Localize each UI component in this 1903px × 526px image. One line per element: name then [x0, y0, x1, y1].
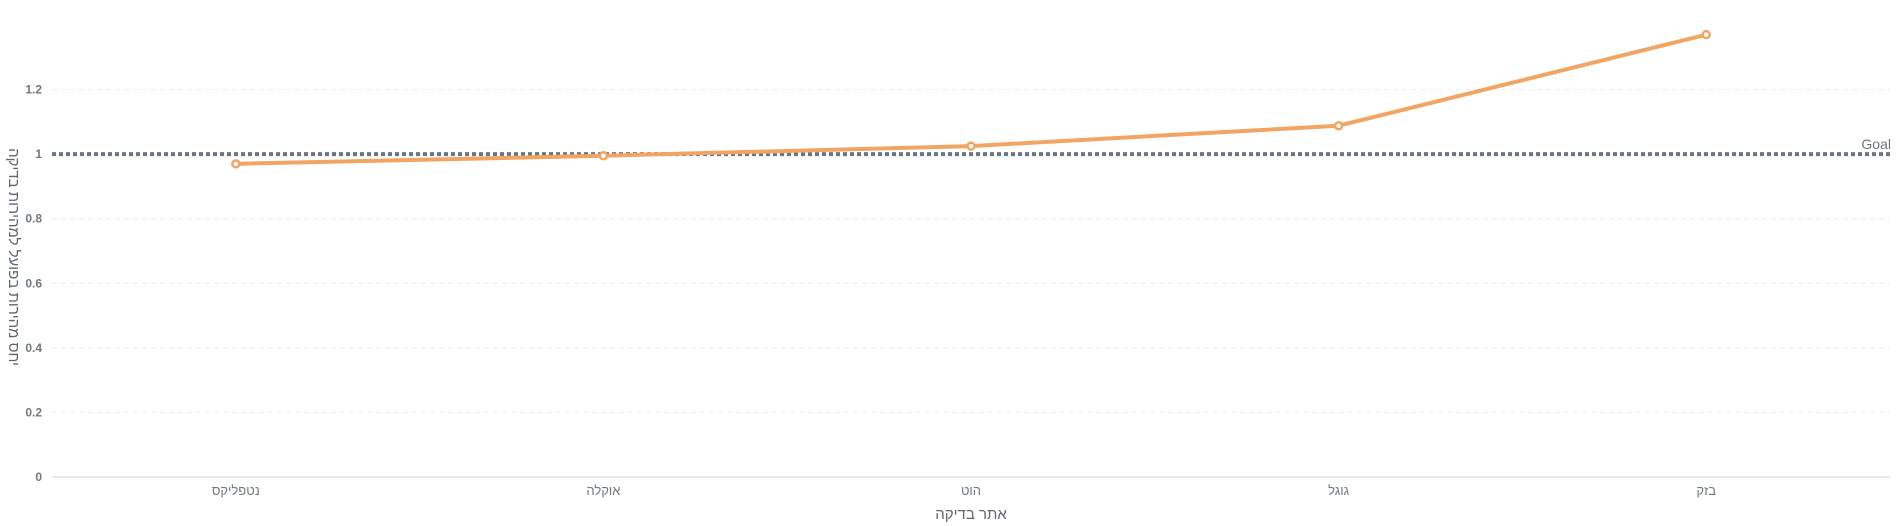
x-tick-label: אוקלה: [586, 483, 620, 498]
y-tick-labels: 0 0.2 0.4 0.6 0.8 1 1.2: [25, 83, 42, 484]
y-tick-label: 0.8: [25, 212, 42, 226]
x-tick-labels: נטפליקס אוקלה הוט גוגל בזק: [212, 483, 1716, 498]
line-chart: 0 0.2 0.4 0.6 0.8 1 1.2 נטפליקס אוקלה הוט גוגל בזק…: [5, 29, 1891, 523]
y-tick-label: 0.2: [25, 405, 42, 419]
x-axis-title: אתר בדיקה: [935, 506, 1007, 523]
data-point: [231, 159, 241, 169]
x-tick-label: הוט: [961, 483, 981, 498]
y-tick-label: 1: [35, 147, 42, 161]
data-point: [966, 141, 976, 151]
y-axis-title: יחס מהירות בפועל למהירות בדיקה: [5, 148, 22, 366]
y-tick-label: 1.2: [25, 83, 42, 97]
y-tick-label: 0.4: [25, 341, 42, 355]
series-group: [231, 29, 1711, 169]
data-point: [1701, 29, 1711, 40]
data-point: [1333, 120, 1344, 131]
y-tick-label: 0.6: [25, 276, 42, 290]
x-tick-label: נטפליקס: [212, 483, 260, 498]
gridlines: [52, 89, 1890, 413]
goal-label: Goal: [1861, 136, 1891, 152]
y-tick-label: 0: [35, 470, 42, 484]
data-point: [598, 151, 609, 161]
x-tick-label: בזק: [1696, 483, 1716, 498]
x-tick-label: גוגל: [1328, 483, 1350, 498]
